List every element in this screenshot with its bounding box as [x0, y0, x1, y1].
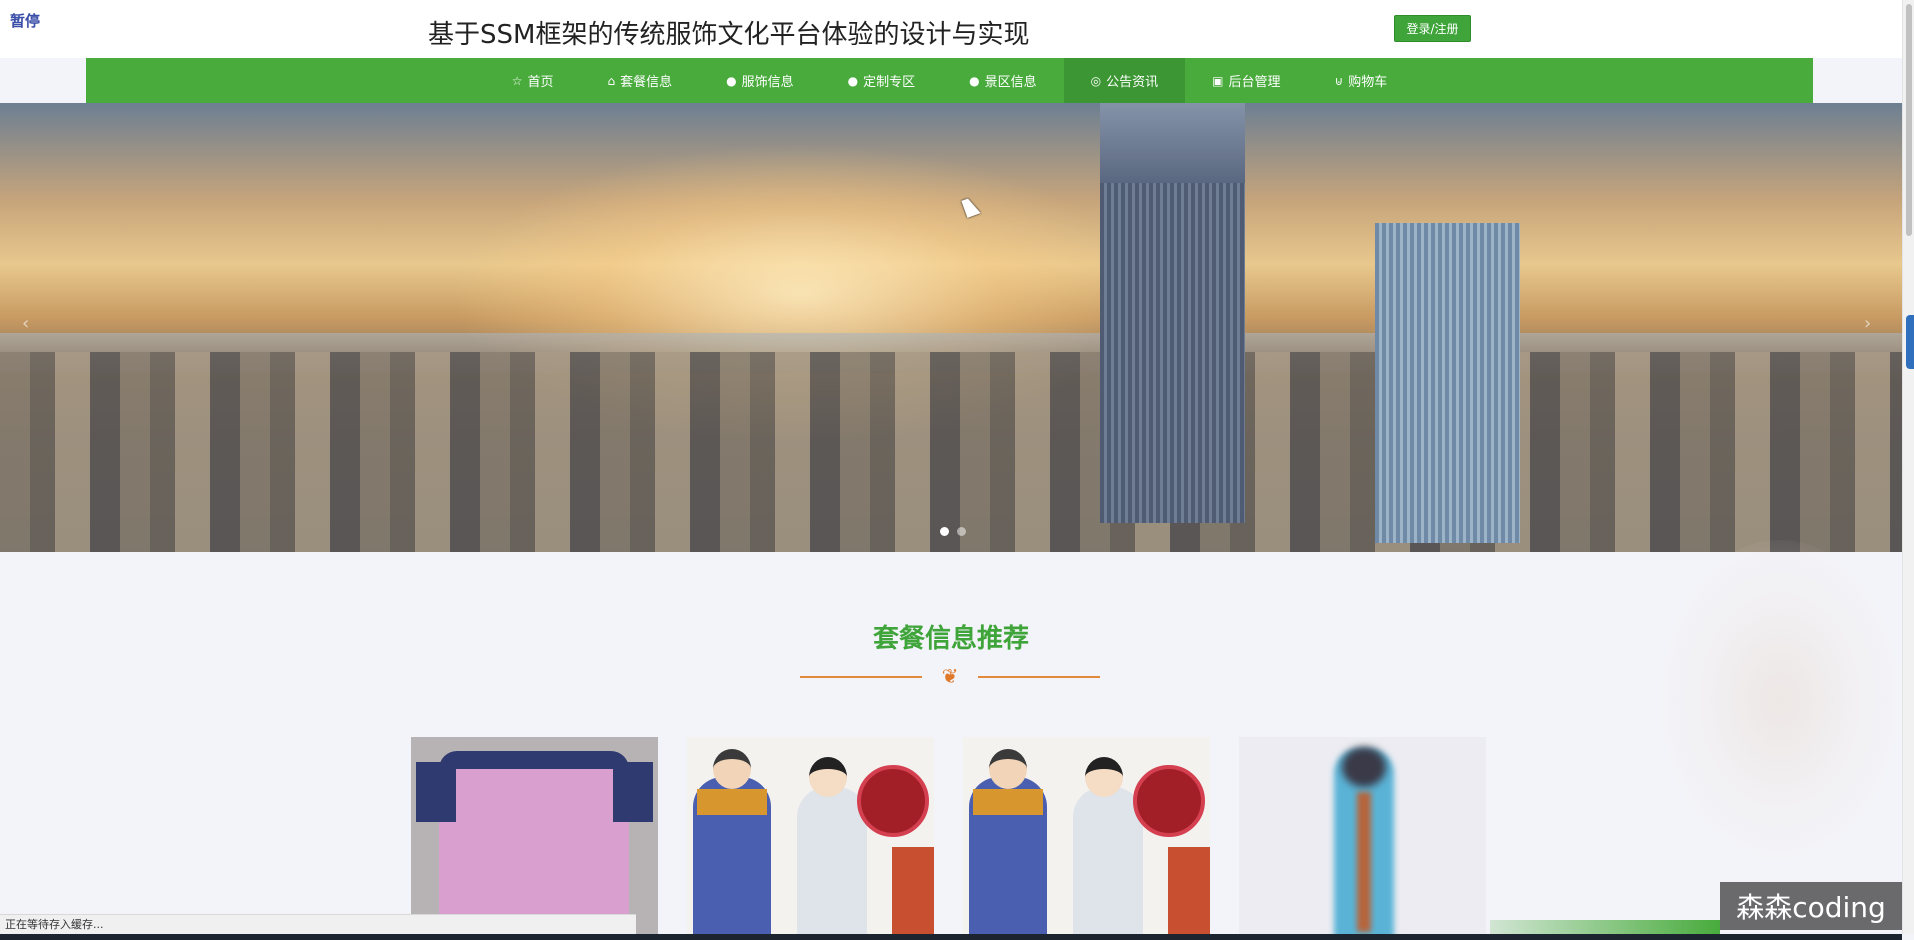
carousel-dot[interactable]: [940, 527, 949, 536]
figure-lady: [797, 787, 867, 940]
banner-city-blocks: [0, 352, 1902, 552]
nav-item-label: 公告资讯: [1106, 75, 1159, 90]
package-card[interactable]: [687, 737, 934, 940]
nav-item-label: 套餐信息: [620, 75, 673, 90]
blurred-person-image: [1239, 737, 1486, 940]
side-floating-tab[interactable]: [1906, 315, 1914, 369]
pause-badge[interactable]: 暂停: [10, 10, 40, 31]
figure-head: [713, 749, 751, 789]
carousel-next-arrow[interactable]: ›: [1864, 313, 1871, 334]
hero-banner-carousel[interactable]: ‹ ›: [0, 103, 1902, 552]
nav-item-cart[interactable]: ⊍ 购物车: [1307, 58, 1414, 103]
star-icon: ☆: [511, 73, 523, 88]
nav-item-home[interactable]: ☆ 首页: [485, 58, 581, 103]
info-icon: ●: [969, 73, 980, 88]
nav-item-label: 购物车: [1348, 75, 1388, 90]
umbrella: [857, 765, 929, 837]
nav-item-clothing[interactable]: ● 服饰信息: [699, 58, 821, 103]
nav-item-custom[interactable]: ● 定制专区: [821, 58, 943, 103]
divider-line-left: [800, 676, 922, 678]
package-card[interactable]: [963, 737, 1210, 940]
scrollbar-thumb[interactable]: [1906, 4, 1912, 236]
browser-status-bar: 正在等待存入缓存...: [0, 914, 636, 934]
figure-head: [809, 757, 847, 797]
banner-tower-crown: [1100, 103, 1245, 183]
carousel-indicators: [940, 527, 966, 536]
costume-illustration-image: [687, 737, 934, 940]
figure-red: [1168, 847, 1210, 940]
figure-head: [989, 749, 1027, 789]
top-header: 基于SSM框架的传统服饰文化平台体验的设计与实现 登录/注册: [0, 0, 1902, 58]
page: 基于SSM框架的传统服饰文化平台体验的设计与实现 登录/注册 暂停 ☆ 首页 ⌂…: [0, 0, 1914, 940]
section-title: 套餐信息推荐: [872, 624, 1029, 654]
figure-collar: [697, 789, 767, 815]
circle-icon: ●: [847, 73, 859, 88]
robe-sleeve: [416, 762, 456, 822]
robe-sleeve: [613, 762, 653, 822]
package-card[interactable]: [411, 737, 658, 940]
robe-image: [411, 737, 658, 940]
nav-item-label: 定制专区: [863, 75, 916, 90]
login-register-button[interactable]: 登录/注册: [1394, 15, 1471, 42]
figure-red: [892, 847, 934, 940]
nav-item-label: 首页: [527, 75, 554, 90]
house-icon: ⌂: [607, 73, 616, 88]
robe-body: [439, 751, 629, 940]
decorative-peony-background: [1660, 540, 1900, 860]
nav-item-label: 景区信息: [984, 75, 1037, 90]
nav-item-label: 后台管理: [1228, 75, 1281, 90]
circle-icon: ●: [726, 73, 737, 88]
bottom-edge: [0, 934, 1902, 940]
person-head: [1342, 747, 1386, 787]
nav-item-admin[interactable]: ▣ 后台管理: [1185, 58, 1307, 103]
nav-item-scenic[interactable]: ● 景区信息: [942, 58, 1064, 103]
package-card-list: [411, 737, 1486, 940]
lotus-icon: ❦: [941, 664, 959, 688]
person-sash: [1357, 792, 1371, 932]
costume-illustration-image: [963, 737, 1210, 940]
page-scrollbar[interactable]: [1902, 0, 1914, 934]
section-divider: ❦: [800, 664, 1100, 688]
nav-item-label: 服饰信息: [741, 75, 794, 90]
package-card[interactable]: [1239, 737, 1486, 940]
figure-collar: [973, 789, 1043, 815]
nav-item-packages[interactable]: ⌂ 套餐信息: [580, 58, 699, 103]
bottom-green-strip: [1490, 920, 1720, 934]
figure-head: [1085, 757, 1123, 797]
cart-icon: ⊍: [1334, 73, 1344, 88]
target-icon: ◎: [1090, 73, 1102, 88]
carousel-dot[interactable]: [957, 527, 966, 536]
carousel-prev-arrow[interactable]: ‹: [22, 313, 29, 334]
main-nav: ☆ 首页 ⌂ 套餐信息 ● 服饰信息 ● 定制专区 ● 景区信息 ◎ 公告资讯 …: [86, 58, 1813, 103]
umbrella: [1133, 765, 1205, 837]
nav-item-announcements[interactable]: ◎ 公告资讯: [1063, 58, 1186, 103]
divider-line-right: [978, 676, 1100, 678]
video-watermark: 森森coding: [1720, 882, 1902, 930]
banner-tower-secondary: [1375, 223, 1520, 543]
briefcase-icon: ▣: [1212, 73, 1224, 88]
figure-lady: [1073, 787, 1143, 940]
site-title: 基于SSM框架的传统服饰文化平台体验的设计与实现: [428, 20, 1030, 50]
